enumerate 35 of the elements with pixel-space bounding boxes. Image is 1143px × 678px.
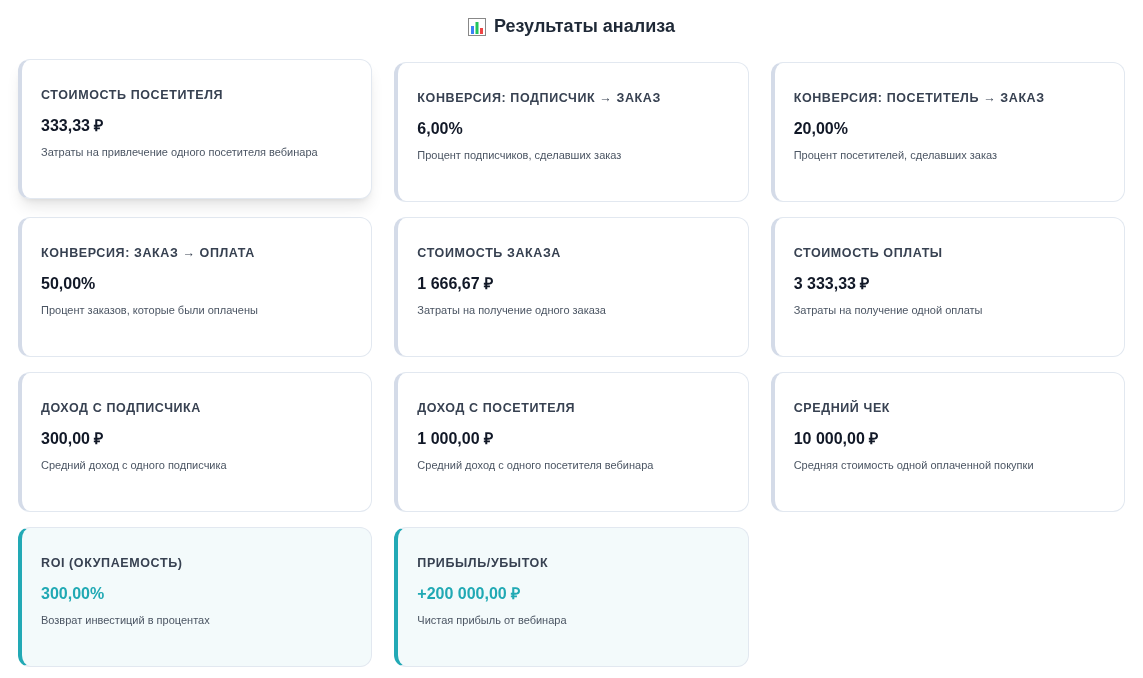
metric-description: Средний доход с одного посетителя вебинара — [417, 457, 655, 473]
metric-description: Затраты на получение одного заказа — [417, 302, 607, 318]
metric-description: Затраты на получение одной оплаты — [793, 302, 984, 318]
metric-label: ПРИБЫЛЬ/УБЫТОК — [417, 555, 550, 572]
metric-label: СТОИМОСТЬ ПОСЕТИТЕЛЯ — [41, 87, 225, 104]
metric-value: +200 000,00 ₽ — [417, 583, 522, 604]
metric-value: 10 000,00 ₽ — [793, 428, 880, 449]
metric-label: ДОХОД С ПОДПИСЧИКА — [41, 400, 202, 417]
bar-chart-icon — [468, 17, 487, 36]
metric-label: КОНВЕРСИЯ: ПОДПИСЧИК → ЗАКАЗ — [417, 90, 662, 107]
metric-label: ROI (ОКУПАЕМОСТЬ) — [41, 555, 184, 572]
section-title: Результаты анализа — [494, 15, 675, 38]
metric-description: Возврат инвестиций в процентах — [41, 612, 211, 628]
metric-value: 300,00% — [41, 583, 106, 604]
metric-label: ДОХОД С ПОСЕТИТЕЛЯ — [417, 400, 577, 417]
metric-value: 3 333,33 ₽ — [793, 273, 871, 294]
metric-label: СТОИМОСТЬ ЗАКАЗА — [417, 245, 562, 262]
metric-value: 50,00% — [41, 273, 97, 294]
metric-label: СРЕДНИЙ ЧЕК — [793, 399, 892, 417]
metric-description: Процент посетителей, сделавших заказ — [793, 147, 999, 163]
metric-description: Процент заказов, которые были оплачены — [41, 302, 259, 318]
metric-value: 6,00% — [417, 118, 464, 139]
metric-value: 333,33 ₽ — [41, 115, 105, 136]
metric-description: Чистая прибыль от вебинара — [417, 612, 568, 628]
metric-label: КОНВЕРСИЯ: ЗАКАЗ → ОПЛАТА — [41, 245, 256, 262]
metric-description: Процент подписчиков, сделавших заказ — [417, 147, 623, 163]
metric-value: 300,00 ₽ — [41, 428, 105, 449]
metric-description: Средняя стоимость одной оплаченной покупки — [793, 457, 1035, 473]
metric-value: 1 000,00 ₽ — [417, 428, 495, 449]
metric-value: 20,00% — [793, 118, 849, 139]
metric-description: Средний доход с одного подписчика — [41, 457, 228, 473]
metric-description: Затраты на привлечение одного посетителя вебинара — [41, 144, 319, 160]
metric-label: СТОИМОСТЬ ОПЛАТЫ — [793, 245, 944, 262]
metric-value: 1 666,67 ₽ — [417, 273, 495, 294]
metric-label: КОНВЕРСИЯ: ПОСЕТИТЕЛЬ → ЗАКАЗ — [793, 90, 1046, 107]
